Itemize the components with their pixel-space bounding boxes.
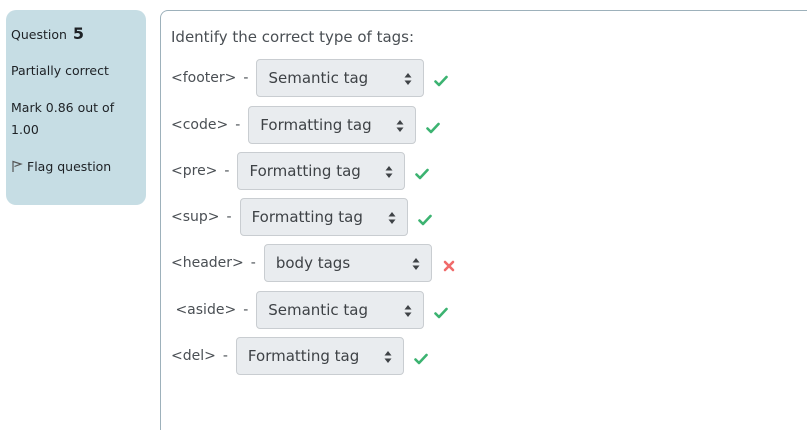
question-number-value: 5 [72, 24, 85, 43]
question-label: Question [11, 27, 67, 42]
answer-select[interactable]: Formatting tag [235, 337, 404, 375]
dash-separator: - [250, 255, 256, 271]
dash-separator: - [222, 348, 228, 364]
flag-icon [12, 160, 23, 172]
selected-option: Semantic tag [268, 301, 368, 319]
dash-separator: - [235, 117, 241, 133]
select-arrows-icon [385, 166, 393, 178]
select-arrows-icon [396, 120, 404, 132]
select-arrows-icon [388, 212, 396, 224]
select-arrows-icon [412, 258, 420, 270]
correct-check-icon [425, 120, 441, 136]
tag-label: <code> [171, 117, 229, 133]
tag-label: <del> [171, 348, 216, 364]
dash-separator: - [243, 302, 249, 318]
question-text: Identify the correct type of tags: [171, 28, 415, 46]
tag-label: <header> [171, 255, 244, 271]
question-grade: Mark 0.86 out of 1.00 [11, 100, 115, 137]
selected-option: Semantic tag [268, 69, 369, 87]
selected-option: Formatting tag [260, 116, 372, 134]
match-row: <del> - Formatting tag [171, 336, 429, 376]
correct-check-icon [413, 351, 429, 367]
correct-check-icon [433, 73, 449, 89]
question-info-panel: Question 5 Partially correct Mark 0.86 o… [6, 10, 146, 205]
question-content: Identify the correct type of tags: <foot… [160, 10, 807, 430]
selected-option: Formatting tag [247, 347, 360, 365]
incorrect-cross-icon [441, 258, 457, 274]
selected-option: body tags [275, 254, 351, 272]
select-arrows-icon [404, 73, 412, 85]
selected-option: Formatting tag [251, 208, 363, 226]
correct-check-icon [433, 305, 449, 321]
match-row: <header> - body tags [171, 243, 457, 283]
answer-select[interactable]: Semantic tag [256, 291, 425, 329]
match-row: <footer> - Semantic tag [171, 58, 449, 98]
answer-select[interactable]: Formatting tag [237, 152, 406, 190]
select-arrows-icon [404, 305, 412, 317]
question-number: Question 5 [11, 24, 146, 48]
match-row: <aside> - Semantic tag [171, 290, 449, 330]
dash-separator: - [224, 163, 230, 179]
match-row: <code> - Formatting tag [171, 105, 441, 145]
answer-select[interactable]: body tags [263, 244, 432, 282]
tag-label: <sup> [171, 209, 220, 225]
dash-separator: - [243, 70, 249, 86]
match-row: <pre> - Formatting tag [171, 151, 430, 191]
tag-label: <aside> [171, 302, 237, 318]
select-arrows-icon [384, 351, 392, 363]
flag-question-link[interactable]: Flag question [11, 159, 146, 174]
answer-select[interactable]: Semantic tag [256, 59, 425, 97]
correct-check-icon [414, 166, 430, 182]
flag-question-label: Flag question [27, 159, 112, 174]
answer-select[interactable]: Formatting tag [248, 106, 417, 144]
tag-label: <footer> [171, 70, 237, 86]
selected-option: Formatting tag [249, 162, 361, 180]
match-row: <sup> - Formatting tag [171, 197, 433, 237]
correct-check-icon [417, 212, 433, 228]
tag-label: <pre> [171, 163, 218, 179]
answer-select[interactable]: Formatting tag [239, 198, 408, 236]
dash-separator: - [226, 209, 232, 225]
question-state: Partially correct [11, 63, 109, 78]
